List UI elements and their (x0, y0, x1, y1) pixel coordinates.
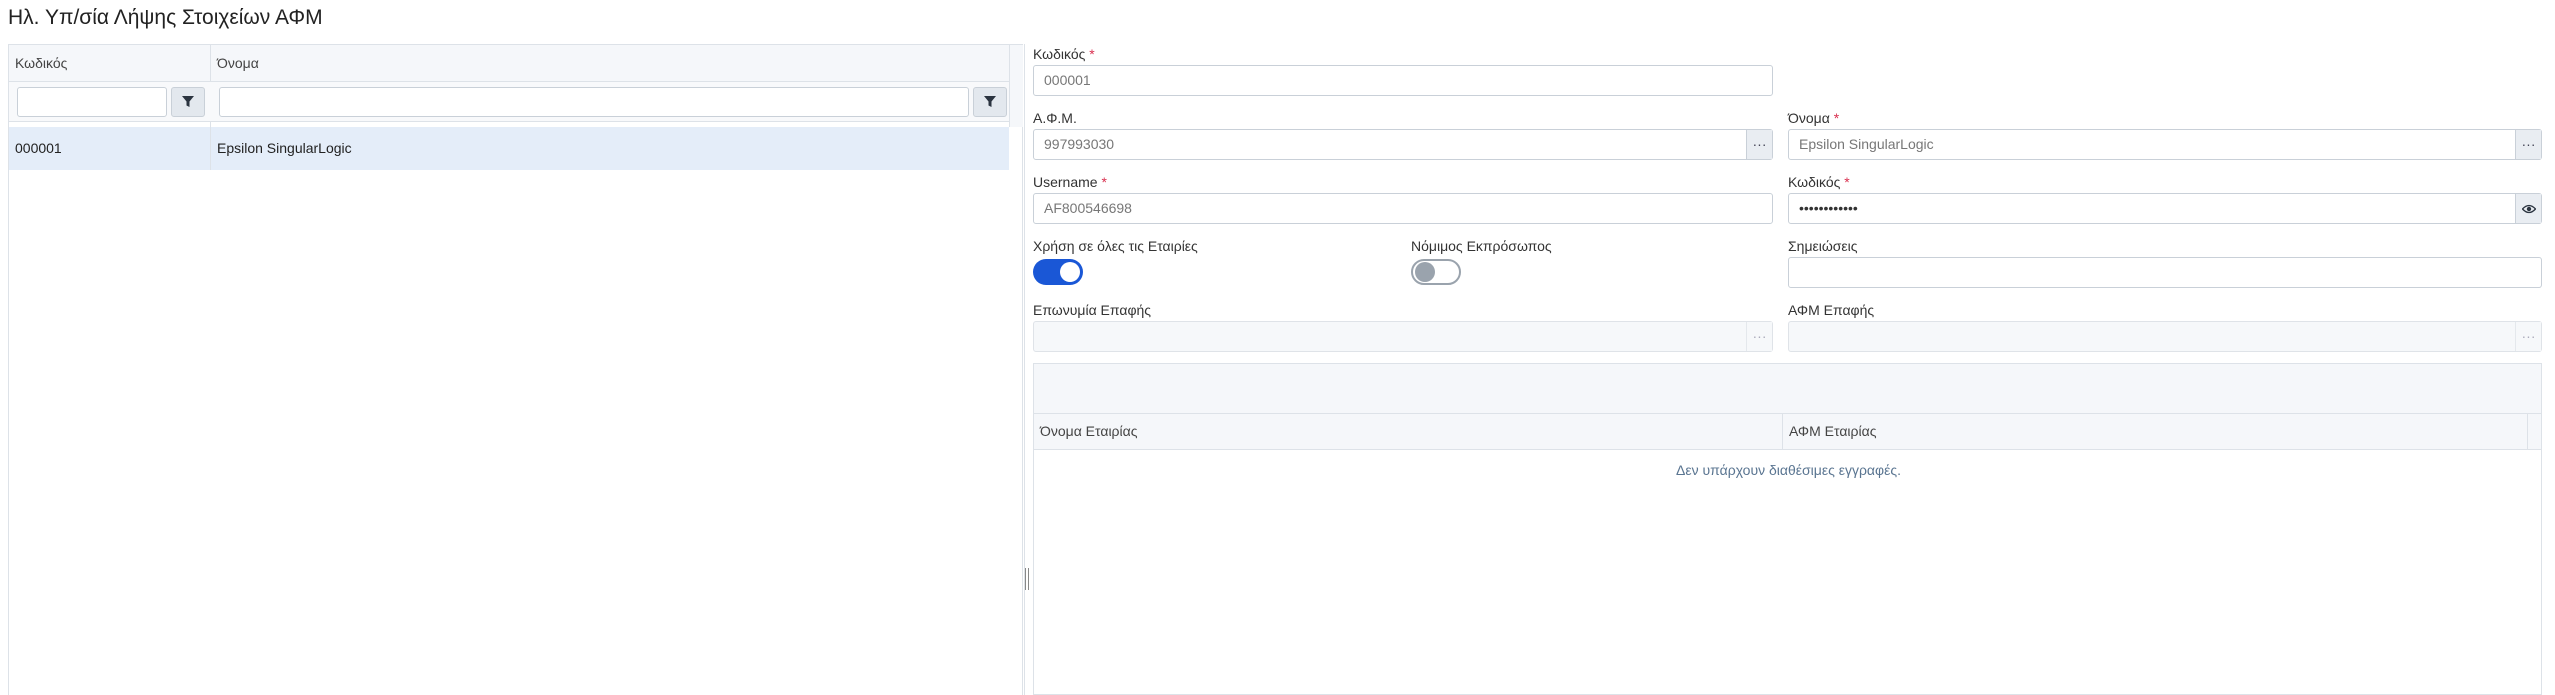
column-header-code[interactable]: Κωδικός (9, 45, 210, 81)
all-companies-label: Χρήση σε όλες τις Εταιρίες (1033, 238, 1198, 254)
companies-header: Όνομα Εταιρίας ΑΦΜ Εταιρίας (1034, 414, 2541, 450)
username-label: Username * (1033, 174, 1107, 190)
name-field[interactable]: Epsilon SingularLogic ··· (1788, 129, 2542, 160)
filter-icon (984, 96, 996, 107)
ellipsis-icon: ··· (2521, 136, 2536, 152)
column-header-company-name[interactable]: Όνομα Εταιρίας (1034, 414, 1782, 449)
companies-toolbar (1034, 364, 2541, 414)
companies-grid: Όνομα Εταιρίας ΑΦΜ Εταιρίας Δεν υπάρχουν… (1033, 363, 2542, 695)
grid-scrollbar[interactable] (1009, 45, 1023, 127)
password-value: •••••••••••• (1799, 200, 1858, 216)
name-lookup-button[interactable]: ··· (2515, 130, 2541, 159)
code-filter-input[interactable] (17, 87, 167, 117)
row-code: 000001 (15, 140, 62, 156)
name-value: Epsilon SingularLogic (1799, 136, 1934, 152)
records-grid: Κωδικός Όνομα 000001 Epsilon SingularLog… (8, 44, 1023, 695)
notes-field[interactable] (1788, 257, 2542, 288)
row-name: Epsilon SingularLogic (217, 140, 352, 156)
table-row[interactable]: 000001 Epsilon SingularLogic (9, 127, 1009, 170)
filter-icon (182, 96, 194, 107)
username-field[interactable]: AF800546698 (1033, 193, 1773, 224)
toggle-knob (1415, 262, 1435, 282)
reveal-password-button[interactable] (2515, 194, 2541, 223)
contact-afm-field: ··· (1788, 321, 2542, 352)
contact-name-lookup-button: ··· (1746, 322, 1772, 351)
notes-label: Σημειώσεις (1788, 238, 1858, 254)
empty-state-message: Δεν υπάρχουν διαθέσιμες εγγραφές. (1676, 462, 1901, 478)
toggle-knob (1060, 262, 1080, 282)
name-label: Όνομα * (1788, 110, 1840, 126)
afm-label: Α.Φ.Μ. (1033, 110, 1077, 126)
splitter-handle[interactable] (1025, 568, 1029, 590)
contact-afm-label: ΑΦΜ Επαφής (1788, 302, 1875, 318)
all-companies-toggle[interactable] (1033, 259, 1083, 285)
column-header-name[interactable]: Όνομα (211, 45, 1009, 81)
code-field[interactable]: 000001 (1033, 65, 1773, 96)
legal-rep-label: Νόμιμος Εκπρόσωπος (1411, 238, 1552, 254)
code-filter-button[interactable] (171, 87, 205, 117)
contact-name-field: ··· (1033, 321, 1773, 352)
grid-header: Κωδικός Όνομα (9, 45, 1009, 127)
column-header-company-afm[interactable]: ΑΦΜ Εταιρίας (1783, 414, 2523, 449)
panel-splitter[interactable] (1024, 44, 1025, 695)
name-filter-button[interactable] (973, 87, 1007, 117)
filter-row (9, 82, 1009, 122)
contact-name-label: Επωνυμία Επαφής (1033, 302, 1152, 318)
page-title: Ηλ. Υπ/σία Λήψης Στοιχείων ΑΦΜ (8, 6, 323, 29)
legal-rep-toggle[interactable] (1411, 259, 1461, 285)
eye-icon (2521, 204, 2536, 213)
password-label: Κωδικός * (1788, 174, 1850, 190)
ellipsis-icon: ··· (1752, 328, 1767, 344)
contact-afm-lookup-button: ··· (2515, 322, 2541, 351)
afm-field[interactable]: 997993030 ··· (1033, 129, 1773, 160)
afm-value: 997993030 (1044, 136, 1115, 152)
ellipsis-icon: ··· (1752, 136, 1767, 152)
code-label: Κωδικός * (1033, 46, 1095, 62)
name-filter-input[interactable] (219, 87, 969, 117)
password-field[interactable]: •••••••••••• (1788, 193, 2542, 224)
ellipsis-icon: ··· (2521, 328, 2536, 344)
afm-lookup-button[interactable]: ··· (1746, 130, 1772, 159)
